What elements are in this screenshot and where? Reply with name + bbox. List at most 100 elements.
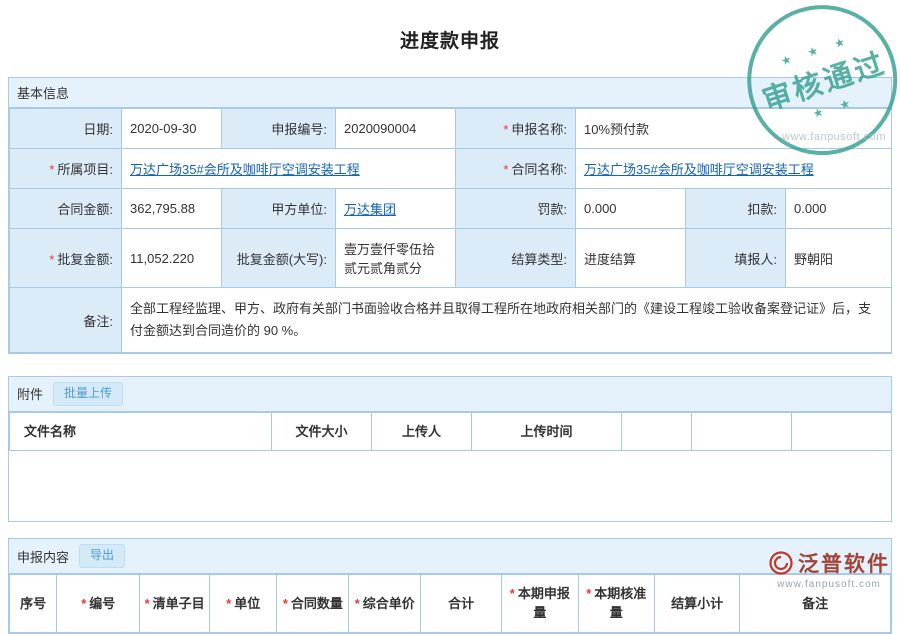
contract-name-link[interactable]: 万达广场35#会所及咖啡厅空调安装工程 [584, 162, 814, 177]
brand-url: www.fanpusoft.com [768, 579, 890, 590]
required-marker: * [503, 162, 508, 177]
contract-amount-label: 合同金额: [10, 189, 122, 229]
col-text: 合同数量 [291, 596, 343, 611]
date-label: 日期: [10, 109, 122, 149]
attachments-table: 文件名称 文件大小 上传人 上传时间 [9, 412, 892, 452]
col-text: 综合单价 [363, 596, 415, 611]
basic-info-section-title: 基本信息 [17, 83, 69, 102]
declare-section-title: 申报内容 [17, 547, 69, 566]
col-text: 本期核准量 [594, 586, 646, 621]
col-header-current-approved: *本期核准量 [578, 574, 654, 632]
approved-caps-value: 壹万壹仟零伍拾贰元贰角贰分 [336, 229, 456, 288]
table-row: *所属项目: 万达广场35#会所及咖啡厅空调安装工程 *合同名称: 万达广场35… [10, 149, 892, 189]
col-header-uploader: 上传人 [372, 412, 472, 451]
attachments-header: 附件 批量上传 [9, 377, 891, 412]
required-marker: * [355, 596, 360, 611]
required-marker: * [49, 252, 54, 267]
col-text: 备注 [802, 596, 828, 611]
label-text: 申报名称: [511, 122, 567, 137]
col-header-current-declared: *本期申报量 [502, 574, 578, 632]
brand-mark-icon [768, 550, 794, 576]
required-marker: * [283, 596, 288, 611]
col-header-file-size: 文件大小 [272, 412, 372, 451]
col-text: 序号 [20, 596, 46, 611]
settle-type-label: 结算类型: [456, 229, 576, 288]
declare-section: 申报内容 导出 序号 *编号 *清单子目 *单位 *合同数量 *综合单价 合计 … [8, 538, 892, 634]
col-text: 合计 [448, 596, 474, 611]
col-text: 本期申报量 [518, 586, 570, 621]
attachments-header-row: 文件名称 文件大小 上传人 上传时间 [10, 412, 892, 451]
label-text: 所属项目: [57, 162, 113, 177]
remark-label: 备注: [10, 288, 122, 353]
project-value: 万达广场35#会所及咖啡厅空调安装工程 [122, 149, 456, 189]
approved-caps-label: 批复金额(大写): [222, 229, 336, 288]
label-text: 批复金额: [57, 252, 113, 267]
party-a-label: 甲方单位: [222, 189, 336, 229]
deduction-label: 扣款: [686, 189, 786, 229]
preparer-value: 野朝阳 [786, 229, 892, 288]
col-text: 单位 [234, 596, 260, 611]
contract-name-value: 万达广场35#会所及咖啡厅空调安装工程 [576, 149, 892, 189]
col-header-file-name: 文件名称 [10, 412, 272, 451]
approved-amount-value: 11,052.220 [122, 229, 222, 288]
required-marker: * [49, 162, 54, 177]
basic-info-section: 基本信息 日期: 2020-09-30 申报编号: 2020090004 *申报… [8, 77, 892, 354]
col-header-unit: *单位 [209, 574, 276, 632]
required-marker: * [145, 596, 150, 611]
col-header-unit-price: *综合单价 [349, 574, 421, 632]
party-a-link[interactable]: 万达集团 [344, 202, 396, 217]
attachments-empty-area [9, 451, 891, 521]
basic-info-table: 日期: 2020-09-30 申报编号: 2020090004 *申报名称: 1… [9, 108, 892, 353]
col-header-settle-subtotal: 结算小计 [654, 574, 739, 632]
declaration-name-label: *申报名称: [456, 109, 576, 149]
col-header-seq: 序号 [10, 574, 57, 632]
table-row: 日期: 2020-09-30 申报编号: 2020090004 *申报名称: 1… [10, 109, 892, 149]
required-marker: * [586, 586, 591, 601]
page-title: 进度款申报 [0, 0, 900, 53]
project-label: *所属项目: [10, 149, 122, 189]
penalty-value: 0.000 [576, 189, 686, 229]
batch-upload-button[interactable]: 批量上传 [53, 382, 123, 406]
col-text: 清单子目 [153, 596, 205, 611]
declare-header: 申报内容 导出 [9, 539, 891, 574]
contract-amount-value: 362,795.88 [122, 189, 222, 229]
settle-type-value: 进度结算 [576, 229, 686, 288]
col-header-list-item: *清单子目 [140, 574, 210, 632]
remark-value: 全部工程经监理、甲方、政府有关部门书面验收合格并且取得工程所在地政府相关部门的《… [122, 288, 892, 353]
project-link[interactable]: 万达广场35#会所及咖啡厅空调安装工程 [130, 162, 360, 177]
table-row: *批复金额: 11,052.220 批复金额(大写): 壹万壹仟零伍拾贰元贰角贰… [10, 229, 892, 288]
attachments-section: 附件 批量上传 文件名称 文件大小 上传人 上传时间 [8, 376, 892, 522]
party-a-value: 万达集团 [336, 189, 456, 229]
declaration-no-label: 申报编号: [222, 109, 336, 149]
brand-logo: 泛普软件 www.fanpusoft.com [768, 548, 890, 590]
table-row: 合同金额: 362,795.88 甲方单位: 万达集团 罚款: 0.000 扣款… [10, 189, 892, 229]
col-header-code: *编号 [57, 574, 140, 632]
basic-info-header: 基本信息 [9, 78, 891, 108]
col-header-contract-qty: *合同数量 [277, 574, 349, 632]
required-marker: * [510, 586, 515, 601]
contract-name-label: *合同名称: [456, 149, 576, 189]
col-header-empty [622, 412, 692, 451]
col-header-empty [692, 412, 792, 451]
col-header-total: 合计 [421, 574, 502, 632]
approved-amount-label: *批复金额: [10, 229, 122, 288]
col-header-upload-time: 上传时间 [472, 412, 622, 451]
declare-header-row: 序号 *编号 *清单子目 *单位 *合同数量 *综合单价 合计 *本期申报量 *… [10, 574, 891, 632]
export-button[interactable]: 导出 [79, 544, 125, 568]
brand-name: 泛普软件 [798, 548, 890, 578]
declaration-no-value: 2020090004 [336, 109, 456, 149]
attachments-section-title: 附件 [17, 384, 43, 403]
label-text: 合同名称: [511, 162, 567, 177]
required-marker: * [226, 596, 231, 611]
date-value: 2020-09-30 [122, 109, 222, 149]
penalty-label: 罚款: [456, 189, 576, 229]
col-header-empty [792, 412, 892, 451]
deduction-value: 0.000 [786, 189, 892, 229]
col-text: 结算小计 [671, 596, 723, 611]
required-marker: * [81, 596, 86, 611]
col-text: 编号 [89, 596, 115, 611]
required-marker: * [503, 122, 508, 137]
table-row: 备注: 全部工程经监理、甲方、政府有关部门书面验收合格并且取得工程所在地政府相关… [10, 288, 892, 353]
watermark-url: www.fanpusoft.com [782, 131, 886, 143]
declare-table: 序号 *编号 *清单子目 *单位 *合同数量 *综合单价 合计 *本期申报量 *… [9, 574, 891, 633]
